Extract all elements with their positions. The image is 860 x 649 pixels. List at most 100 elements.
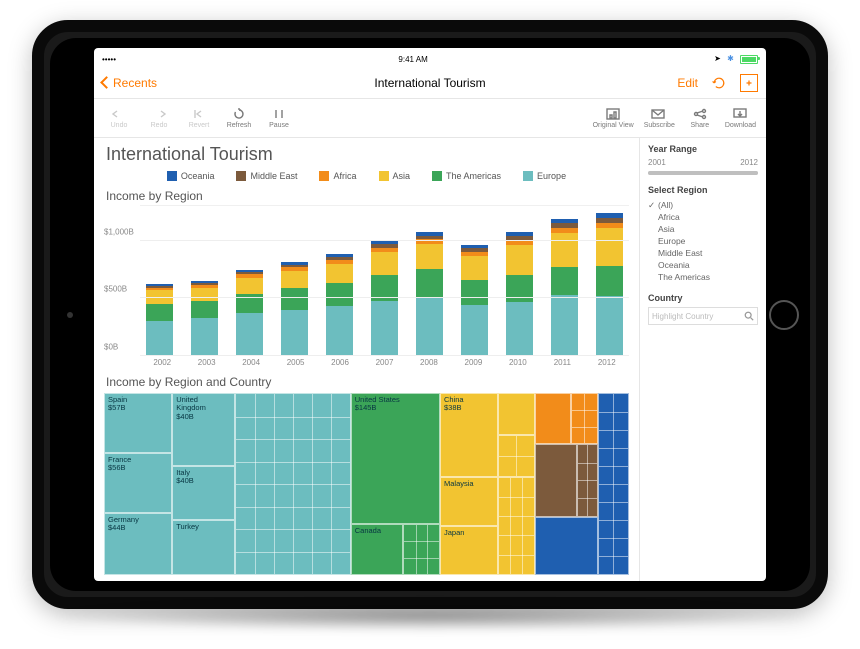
treemap-tile[interactable]	[498, 477, 535, 575]
subscribe-button[interactable]: Subscribe	[644, 108, 675, 129]
year-range-slider[interactable]	[648, 171, 758, 175]
treemap-tile[interactable]: Canada	[351, 524, 404, 575]
treemap-tile[interactable]	[577, 444, 598, 517]
treemap-tile[interactable]: Turkey	[172, 520, 235, 575]
bar-segment	[146, 304, 173, 321]
legend-swatch-icon	[523, 171, 533, 181]
download-button[interactable]: Download	[725, 108, 756, 129]
legend-label: Europe	[537, 171, 566, 181]
home-button[interactable]	[769, 300, 799, 330]
legend-item[interactable]: Asia	[379, 171, 411, 181]
treemap-tile[interactable]: UnitedKingdom$40B	[172, 393, 235, 466]
bar-column[interactable]	[590, 213, 629, 356]
bar-segment	[551, 267, 578, 295]
treemap-tile[interactable]: Malaysia	[440, 477, 498, 526]
bar-column[interactable]	[275, 262, 314, 356]
region-option[interactable]: Africa	[648, 211, 758, 223]
country-title: Country	[648, 293, 758, 303]
bar-segment	[326, 283, 353, 306]
bar-chart[interactable]: $0B$500B$1,000B	[140, 205, 629, 356]
treemap-tile[interactable]	[403, 524, 440, 575]
bar-segment	[281, 288, 308, 310]
revert-button[interactable]: Revert	[184, 108, 214, 129]
bar-segment	[416, 269, 443, 297]
bar-column[interactable]	[365, 241, 404, 356]
region-option[interactable]: Middle East	[648, 247, 758, 259]
select-region-title: Select Region	[648, 185, 758, 195]
bar-column[interactable]	[320, 254, 359, 356]
region-option[interactable]: The Americas	[648, 271, 758, 283]
treemap[interactable]: Spain$57BFrance$56B Germany$44B UnitedKing…	[104, 393, 629, 575]
bar-column[interactable]	[500, 232, 539, 356]
bar-segment	[461, 305, 488, 356]
bar-segment	[371, 301, 398, 356]
edit-button[interactable]: Edit	[677, 76, 698, 90]
bar-segment	[191, 288, 218, 301]
country-panel: Country Highlight Country	[648, 293, 758, 325]
x-tick-label: 2002	[140, 356, 184, 367]
redo-button[interactable]: Redo	[144, 108, 174, 129]
chart2-title: Income by Region and Country	[106, 375, 629, 389]
treemap-tile[interactable]	[535, 393, 572, 444]
bar-column[interactable]	[230, 270, 269, 356]
bar-segment	[551, 233, 578, 268]
bar-column[interactable]	[455, 245, 494, 356]
treemap-tile[interactable]: France$56B	[104, 453, 172, 513]
treemap-tile[interactable]: Italy$40B	[172, 466, 235, 521]
treemap-tile[interactable]	[535, 517, 598, 575]
legend-item[interactable]: Middle East	[236, 171, 297, 181]
treemap-tile[interactable]: Spain$57B	[104, 393, 172, 453]
treemap-tile[interactable]: Japan	[440, 526, 498, 575]
bar-segment	[461, 256, 488, 280]
bar-chart-xaxis: 2002200320042005200620072008200920102011…	[140, 356, 629, 367]
chevron-left-icon	[100, 76, 113, 89]
bar-segment	[416, 297, 443, 356]
treemap-tile[interactable]	[498, 393, 535, 435]
treemap-tile[interactable]: Germany$44B	[104, 513, 172, 575]
front-camera-icon	[67, 312, 73, 318]
treemap-tile-label: Germany$44B	[108, 516, 168, 533]
bar-segment	[281, 271, 308, 288]
legend-item[interactable]: Oceania	[167, 171, 215, 181]
treemap-tile[interactable]: United States$145B	[351, 393, 440, 524]
bar-column[interactable]	[140, 284, 179, 356]
region-option[interactable]: (All)	[648, 199, 758, 211]
treemap-tile[interactable]	[598, 393, 630, 575]
region-option[interactable]: Europe	[648, 235, 758, 247]
legend-item[interactable]: The Americas	[432, 171, 501, 181]
x-tick-label: 2008	[407, 356, 451, 367]
region-option[interactable]: Asia	[648, 223, 758, 235]
treemap-tile[interactable]	[235, 393, 351, 575]
treemap-tile[interactable]: China$38B	[440, 393, 498, 477]
x-tick-label: 2010	[496, 356, 540, 367]
bar-segment	[551, 295, 578, 356]
original-view-button[interactable]: Original View	[593, 108, 634, 129]
x-tick-label: 2007	[362, 356, 406, 367]
bar-segment	[596, 296, 623, 356]
page-title: International Tourism	[106, 144, 629, 165]
legend-label: Asia	[393, 171, 411, 181]
bar-column[interactable]	[410, 232, 449, 356]
bar-segment	[506, 245, 533, 275]
bookmark-button[interactable]	[740, 74, 758, 92]
refresh-button[interactable]: Refresh	[224, 108, 254, 129]
country-search-input[interactable]: Highlight Country	[648, 307, 758, 325]
treemap-tile[interactable]	[498, 435, 535, 477]
reload-button[interactable]	[710, 74, 728, 92]
bar-segment	[146, 321, 173, 356]
x-tick-label: 2005	[273, 356, 317, 367]
bar-column[interactable]	[185, 281, 224, 356]
back-button[interactable]: Recents	[102, 76, 157, 90]
bar-segment	[596, 266, 623, 296]
treemap-tile[interactable]	[571, 393, 597, 444]
treemap-tile-label: Italy$40B	[176, 469, 231, 486]
undo-button[interactable]: Undo	[104, 108, 134, 129]
share-button[interactable]: Share	[685, 108, 715, 129]
legend-item[interactable]: Africa	[319, 171, 356, 181]
treemap-tile[interactable]	[535, 444, 577, 517]
pause-button[interactable]: Pause	[264, 108, 294, 129]
toolbar: Undo Redo Revert Refresh Pause Original …	[94, 99, 766, 138]
legend-label: Middle East	[250, 171, 297, 181]
legend-item[interactable]: Europe	[523, 171, 566, 181]
region-option[interactable]: Oceania	[648, 259, 758, 271]
